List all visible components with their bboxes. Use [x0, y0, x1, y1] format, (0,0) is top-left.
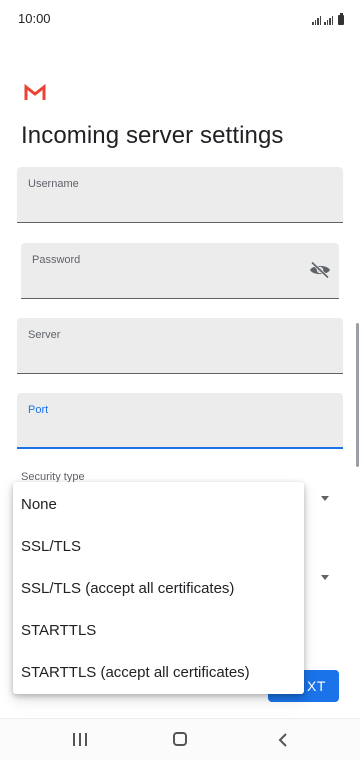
back-icon[interactable] — [278, 732, 288, 748]
menu-item-none[interactable]: None — [13, 484, 304, 526]
port-label: Port — [28, 404, 49, 416]
password-field[interactable]: Password — [21, 243, 339, 299]
menu-item-ssl-tls-accept-all[interactable]: SSL/TLS (accept all certificates) — [13, 568, 304, 610]
server-label: Server — [28, 329, 61, 341]
dropdown-arrow-icon[interactable] — [321, 575, 329, 580]
menu-item-starttls-accept-all[interactable]: STARTTLS (accept all certificates) — [13, 652, 304, 694]
navigation-bar — [0, 718, 360, 760]
battery-icon — [338, 13, 344, 25]
menu-item-ssl-tls[interactable]: SSL/TLS — [13, 526, 304, 568]
gmail-logo — [24, 84, 46, 100]
scrollbar[interactable] — [356, 323, 359, 467]
status-time: 10:00 — [18, 11, 51, 26]
recent-apps-icon[interactable] — [73, 733, 87, 746]
home-icon[interactable] — [173, 732, 187, 746]
signal-icon — [312, 15, 321, 25]
status-icons — [312, 11, 344, 25]
port-field[interactable]: Port — [17, 393, 343, 449]
menu-item-starttls[interactable]: STARTTLS — [13, 610, 304, 652]
page-title: Incoming server settings — [21, 122, 284, 149]
username-label: Username — [28, 178, 79, 190]
username-field[interactable]: Username — [17, 167, 343, 223]
visibility-off-icon[interactable] — [309, 261, 331, 279]
status-bar: 10:00 — [0, 0, 360, 36]
security-type-menu: None SSL/TLS SSL/TLS (accept all certifi… — [13, 482, 304, 694]
server-field[interactable]: Server — [17, 318, 343, 374]
dropdown-arrow-icon[interactable] — [321, 496, 329, 501]
signal-icon — [324, 15, 333, 25]
password-label: Password — [32, 254, 81, 266]
